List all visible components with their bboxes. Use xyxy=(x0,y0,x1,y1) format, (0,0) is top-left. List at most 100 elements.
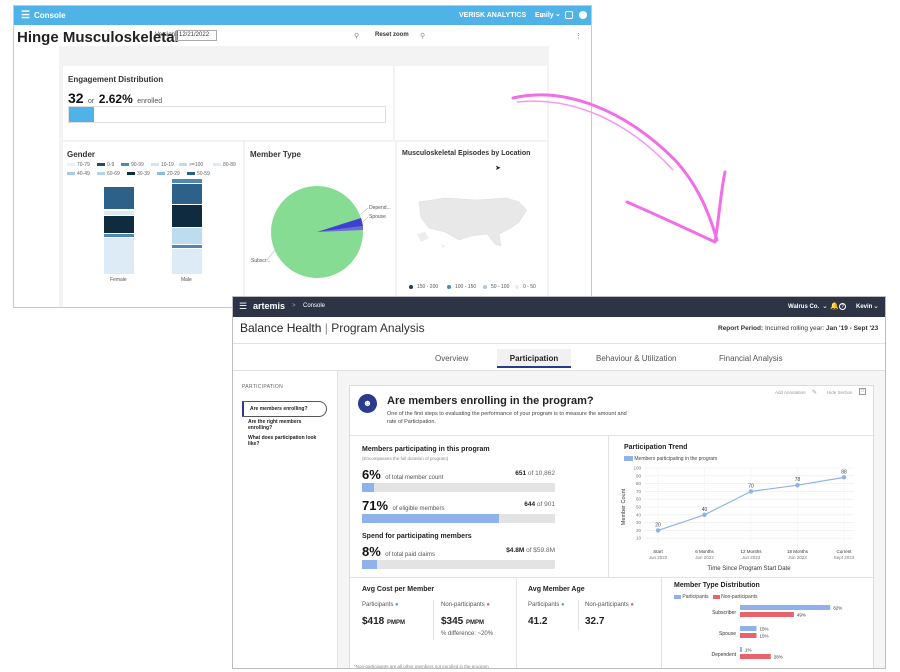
spend-text: of total paid claims xyxy=(385,552,435,558)
bar-participants xyxy=(740,605,831,610)
cost-participants-value: $418 PMPM xyxy=(362,616,405,627)
old-dashboard-area: Engagement Distribution 32 or 2.62% enro… xyxy=(59,46,549,307)
help-icon[interactable] xyxy=(579,11,587,19)
chevron-down-icon[interactable]: ⌄ xyxy=(822,302,828,310)
brand-selector[interactable]: VERISK ANALYTICS xyxy=(459,12,526,19)
row-percent: 71% xyxy=(362,498,389,513)
y-tick-label: 80 xyxy=(636,481,642,486)
bar-segment xyxy=(172,249,202,274)
inbox-icon[interactable] xyxy=(565,11,573,19)
pmpm-unit: PMPM xyxy=(387,620,406,626)
x-tick-label: 6 Months xyxy=(695,549,714,554)
reset-zoom-button[interactable]: Reset zoom xyxy=(375,32,409,38)
add-annotation-button[interactable]: Add Annotation xyxy=(775,390,806,395)
x-tick-label: Current xyxy=(836,549,852,554)
annotation-icon[interactable]: ✎ xyxy=(812,389,817,396)
bar-value-label: 1% xyxy=(745,648,752,653)
participating-subtitle: (Encompasses the full duration of progra… xyxy=(362,456,449,461)
trend-point xyxy=(702,512,707,517)
tab-behaviour[interactable]: Behaviour & Utilization xyxy=(596,354,676,363)
enrolled-percent: 2.62% xyxy=(98,92,133,106)
chevron-down-icon[interactable]: ⌄ xyxy=(873,302,879,310)
sidebar-item-right-members[interactable]: Are the right members enrolling? xyxy=(248,419,323,431)
trend-point xyxy=(795,482,800,488)
legend-label: >=100 xyxy=(189,162,204,168)
tab-financial[interactable]: Financial Analysis xyxy=(719,354,783,363)
tab-overview[interactable]: Overview xyxy=(435,354,468,363)
hamburger-menu-icon[interactable]: ☰ xyxy=(21,10,30,21)
zoom-out-icon[interactable]: ⚲ xyxy=(354,32,359,40)
add-user-icon: ☻ xyxy=(358,394,377,413)
legend-dot xyxy=(483,285,487,289)
legend-dot xyxy=(447,285,451,289)
tab-participation[interactable]: Participation xyxy=(497,349,571,368)
hamburger-menu-icon[interactable]: ☰ xyxy=(239,301,247,312)
period-text: Incurred rolling year: xyxy=(764,325,825,332)
version-select[interactable]: 12/21/2022 xyxy=(176,30,217,41)
artemis-logo[interactable]: artemis xyxy=(253,301,285,311)
section-description: One of the first steps to evaluating the… xyxy=(387,411,627,425)
bar-segment xyxy=(104,211,134,215)
page-title-main: Balance Health xyxy=(240,321,322,335)
old-user-menu[interactable]: Emily xyxy=(535,12,554,19)
y-axis-label: Member Count xyxy=(621,488,627,525)
engagement-card: Engagement Distribution 32 or 2.62% enro… xyxy=(63,66,393,140)
pie-label-subscriber: Subscr... xyxy=(251,258,271,264)
user-menu[interactable]: Kevin xyxy=(856,304,872,310)
hide-section-button[interactable]: Hide Section xyxy=(827,390,853,395)
legend-dot xyxy=(409,285,413,289)
non-participants-dot-icon: ● xyxy=(486,602,490,608)
y-tick-label: 60 xyxy=(636,497,642,502)
non-participants-dot-icon: ● xyxy=(630,602,634,608)
member-type-title: Member Type Distribution xyxy=(674,582,760,589)
bell-icon[interactable]: 🔔 xyxy=(830,302,839,310)
member-type-pie xyxy=(266,186,369,278)
legend-swatch xyxy=(187,172,195,175)
legend-swatch xyxy=(121,163,129,166)
new-app-window: ☰ artemis > Console Walrus Co. ⌄ 🔔 ? Kev… xyxy=(232,296,886,669)
sidebar: PARTICIPATION Are members enrolling? Are… xyxy=(233,371,338,668)
legend-swatch xyxy=(97,163,105,166)
legend-label: 0-9 xyxy=(107,162,115,168)
trend-legend-label: Members participating in the program xyxy=(634,456,718,462)
bar-value-label: 15% xyxy=(760,627,769,632)
gender-card: Gender 70-79 0-9 90-99 10-19 >=100 80-89… xyxy=(63,142,243,307)
member-type-title: Member Type xyxy=(250,150,301,159)
console-link[interactable]: Console xyxy=(303,303,325,309)
member-type-bar-chart[interactable]: Subscriber 82% 49% Spouse 15% 15% Dependent 1% 2… xyxy=(668,602,873,668)
breadcrumb-separator: > xyxy=(292,303,296,309)
participants-label: Participants xyxy=(362,602,394,608)
participating-title: Members participating in this program xyxy=(362,446,490,453)
sidebar-item-participation-look[interactable]: What does participation look like? xyxy=(248,435,323,447)
bar-segment xyxy=(104,216,134,233)
org-selector[interactable]: Walrus Co. xyxy=(788,304,819,310)
hide-section-icon[interactable]: □ xyxy=(859,388,866,395)
sidebar-item-enrolling[interactable]: Are members enrolling? xyxy=(242,401,327,417)
enrolled-label: enrolled xyxy=(137,98,163,105)
x-tick-label: 12 Months xyxy=(740,549,762,554)
participation-trend-chart[interactable]: 102030405060708090100StartJun 20226 Mont… xyxy=(618,464,864,573)
arrow-stroke xyxy=(511,93,719,242)
legend-swatch xyxy=(157,172,165,175)
page-title-sub: Program Analysis xyxy=(331,321,425,335)
row-value-number: 644 xyxy=(524,501,536,508)
legend-dot xyxy=(515,285,519,289)
enrolled-count: 32 xyxy=(68,90,84,106)
transition-arrow-icon xyxy=(511,93,727,244)
more-vertical-icon[interactable]: ⋮ xyxy=(575,32,582,40)
zoom-in-icon[interactable]: ⚲ xyxy=(420,32,425,40)
footnote: *Non-participants are all other members … xyxy=(354,664,489,669)
x-axis-label: Time Since Program Start Date xyxy=(707,566,791,572)
legend-swatch xyxy=(179,163,187,166)
legend-label: 150 - 200 xyxy=(417,284,439,290)
help-icon[interactable]: ? xyxy=(839,303,846,310)
legend-label: 20-29 xyxy=(167,171,180,177)
x-tick-sublabel: Jun 2022 xyxy=(649,555,668,560)
chevron-down-icon[interactable]: ⌄ xyxy=(555,10,561,18)
map-shape-hawaii xyxy=(441,244,445,248)
divider xyxy=(350,577,875,578)
divider xyxy=(661,577,662,668)
progress-track xyxy=(362,560,555,569)
progress-fill xyxy=(362,514,500,523)
cost-non-value: $345 PMPM xyxy=(441,616,484,627)
